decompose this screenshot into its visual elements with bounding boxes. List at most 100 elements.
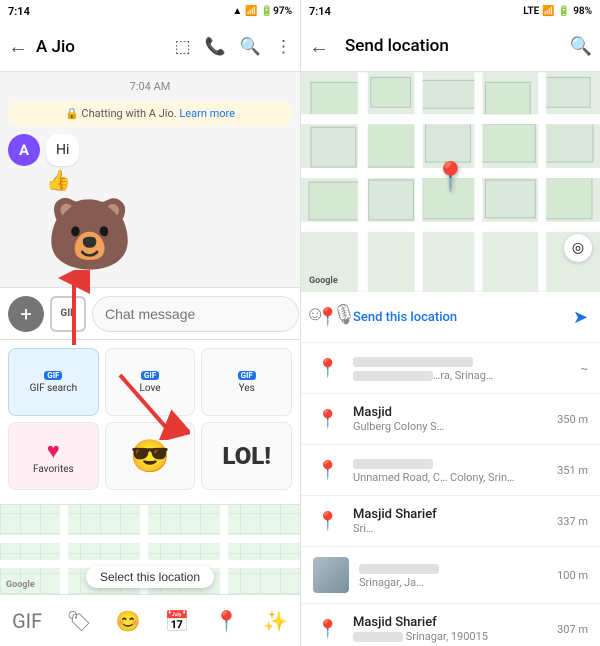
map-main: 📍 ◎ Google (301, 72, 600, 292)
compass-button[interactable]: ◎ (564, 234, 592, 262)
location-item-thumb[interactable]: Srinagar, Ja… 100 m (301, 547, 600, 604)
phone-icon[interactable]: 📞 (205, 37, 226, 57)
plus-icon: + (20, 302, 31, 326)
loc-thumb-image (313, 557, 349, 593)
time-left: 7:14 (8, 5, 30, 18)
nav-gif-icon[interactable]: GIF (12, 609, 42, 633)
loc-dist-3: 351 m (557, 464, 588, 477)
loc-info-5: Srinagar, Ja… (359, 561, 547, 589)
gif-yes-label: Yes (239, 383, 255, 394)
gif-button[interactable]: GIF (50, 296, 86, 332)
wifi-icon: 📶 (245, 6, 257, 17)
screen-title: Send location (337, 22, 562, 72)
loc-dist-4: 337 m (557, 515, 588, 528)
send-direction-button[interactable]: ➤ (573, 307, 588, 328)
loc-info-1: …ra, Srinag… (353, 354, 571, 382)
heart-icon: ♥ (47, 438, 60, 464)
loc-sub-2: Gulberg Colony S… (353, 420, 547, 433)
loc-icon-6: 📍 (313, 614, 343, 644)
chat-message-input[interactable] (92, 296, 299, 332)
avatar: A (8, 134, 40, 166)
learn-more-link[interactable]: Learn more (179, 107, 235, 120)
loc-sub-4: Sri… (353, 522, 547, 535)
sticker-girl-emoji: 😎 (130, 437, 170, 475)
lol-sticker-cell[interactable]: LOL! (201, 422, 292, 490)
loc-icon-2: 📍 (313, 404, 343, 434)
gif-yes-cell[interactable]: GIF Yes (201, 348, 292, 416)
time-right: 7:14 (309, 5, 331, 18)
loc-name-3 (353, 456, 547, 471)
nav-sparkle-icon[interactable]: ✨ (263, 609, 288, 633)
send-this-location-label: Send this location (353, 310, 563, 325)
lte-icon: LTE (523, 6, 539, 17)
info-banner: 🔒 Chatting with A Jio. Learn more (8, 101, 292, 126)
location-list: 📍 Send this location ➤ 📍 …ra, Srinag… ~ … (301, 292, 600, 646)
location-item-blurred-2[interactable]: 📍 Unnamed Road, C… Colony, Srin… 351 m (301, 445, 600, 496)
chat-area: 7:04 AM 🔒 Chatting with A Jio. Learn mor… (0, 72, 300, 287)
loc-name-2: Masjid (353, 405, 547, 420)
loc-info-3: Unnamed Road, C… Colony, Srin… (353, 456, 547, 484)
signal-right: 📶 (542, 6, 554, 17)
status-icons-left: ▲ 📶 🔋97% (232, 6, 292, 17)
google-watermark: Google (309, 276, 338, 286)
more-icon[interactable]: ⋮ (275, 37, 292, 57)
emoji-button[interactable]: ☺ (305, 301, 325, 326)
loc-dist-5: 100 m (557, 569, 588, 582)
gif-badge-2: GIF (141, 371, 159, 380)
sticker-girl-cell[interactable]: 😎 (105, 422, 196, 490)
loc-info-6: Masjid Sharief Srinagar, 190015 (353, 615, 547, 643)
header-right: ← Send location 🔍 (301, 22, 600, 72)
gif-badge-3: GIF (238, 371, 256, 380)
sticker-tray: GIF GIF search GIF Love GIF Yes ♥ Favori… (0, 339, 300, 504)
search-icon-left[interactable]: 🔍 (240, 37, 261, 57)
loc-name-5 (359, 561, 547, 576)
gif-love-label: Love (139, 383, 160, 394)
nav-sticker-icon[interactable]: 🏷 (66, 609, 91, 633)
road-v3 (220, 505, 228, 594)
loc-sub-6: Srinagar, 190015 (353, 630, 547, 643)
header-left: ← A Jio ⬚ 📞 🔍 ⋮ (0, 22, 300, 72)
location-item-masjid[interactable]: 📍 Masjid Gulberg Colony S… 350 m (301, 394, 600, 445)
loc-info-2: Masjid Gulberg Colony S… (353, 405, 547, 433)
battery-right: 🔋 (558, 6, 570, 17)
video-icon[interactable]: ⬚ (175, 37, 191, 57)
left-panel: 7:14 ▲ 📶 🔋97% ← A Jio ⬚ 📞 🔍 ⋮ 7:04 AM 🔒 … (0, 0, 300, 646)
send-loc-info: Send this location (353, 310, 563, 325)
thumb-emoji: 👍 (46, 168, 79, 192)
location-item-masjid-sharief-1[interactable]: 📍 Masjid Sharief Sri… 337 m (301, 496, 600, 547)
favorites-label: Favorites (33, 464, 74, 475)
status-bar-left: 7:14 ▲ 📶 🔋97% (0, 0, 300, 22)
location-item-masjid-sharief-2[interactable]: 📍 Masjid Sharief Srinagar, 190015 307 m (301, 604, 600, 646)
bear-sticker: 🐻 (46, 200, 292, 270)
status-icons-right: LTE 📶 🔋 98% (523, 6, 592, 17)
back-button-right[interactable]: ← (309, 34, 329, 59)
signal-icon: ▲ (232, 6, 242, 17)
tray-row-1: GIF GIF search GIF Love GIF Yes (8, 348, 292, 416)
favorites-cell[interactable]: ♥ Favorites (8, 422, 99, 490)
loc-icon-1: 📍 (313, 353, 343, 383)
nav-pin-icon[interactable]: 📍 (214, 609, 239, 633)
back-button-left[interactable]: ← (8, 34, 28, 59)
loc-dist-1: ~ (581, 362, 588, 375)
search-button-right[interactable]: 🔍 (570, 36, 592, 57)
nav-emoji-icon[interactable]: 😊 (116, 609, 141, 633)
road-v1 (60, 505, 68, 594)
select-location-button[interactable]: Select this location (86, 566, 214, 588)
info-text: 🔒 Chatting with A Jio. (65, 107, 177, 120)
google-logo-tray: Google (6, 580, 35, 590)
loc-name-1 (353, 354, 571, 369)
gif-love-cell[interactable]: GIF Love (105, 348, 196, 416)
loc-info-4: Masjid Sharief Sri… (353, 507, 547, 535)
chat-timestamp: 7:04 AM (0, 72, 300, 97)
loc-icon-3: 📍 (313, 455, 343, 485)
add-button[interactable]: + (8, 296, 44, 332)
gif-search-label: GIF search (30, 383, 77, 394)
tray-row-2: ♥ Favorites 😎 LOL! (8, 422, 292, 490)
location-item-blurred-1[interactable]: 📍 …ra, Srinag… ~ (301, 343, 600, 394)
lol-icon: LOL! (222, 442, 270, 470)
gif-search-cell[interactable]: GIF GIF search (8, 348, 99, 416)
loc-sub-3: Unnamed Road, C… Colony, Srin… (353, 471, 547, 484)
loc-name-6: Masjid Sharief (353, 615, 547, 630)
nav-calendar-icon[interactable]: 📅 (165, 609, 190, 633)
mic-button[interactable]: 🎙 (331, 302, 356, 326)
